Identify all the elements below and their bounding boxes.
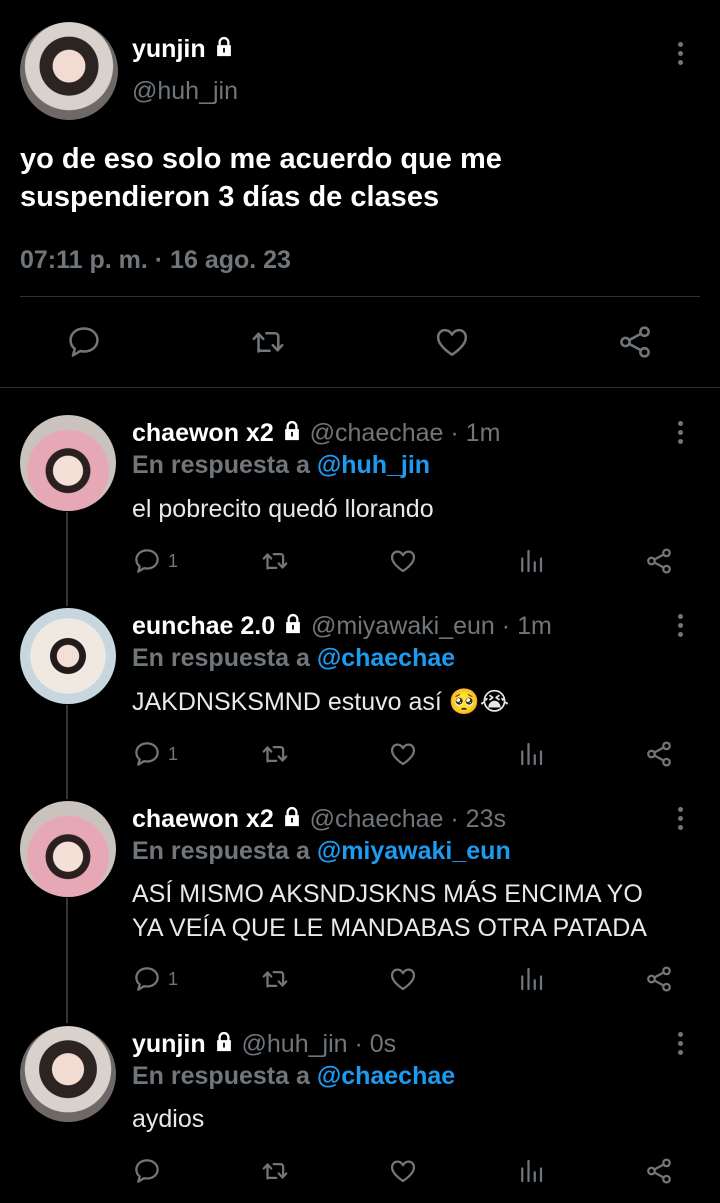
thread-line <box>66 512 68 606</box>
lock-icon <box>281 805 303 835</box>
share-icon[interactable] <box>643 546 675 576</box>
share-icon[interactable] <box>643 1156 675 1186</box>
tweet-text: ASÍ MISMO AKSNDJSKNS MÁS ENCIMA YO YA VE… <box>132 877 647 945</box>
reply-icon[interactable] <box>132 546 162 576</box>
reply-context-label: En respuesta a <box>132 1062 310 1090</box>
reply-icon[interactable] <box>65 323 103 361</box>
more-vertical-icon[interactable] <box>678 807 684 834</box>
heart-icon[interactable] <box>387 546 419 576</box>
avatar[interactable] <box>20 608 116 704</box>
handle[interactable]: @miyawaki_eun <box>311 612 495 640</box>
avatar[interactable] <box>20 801 116 897</box>
reply-context-label: En respuesta a <box>132 644 310 672</box>
reply-icon[interactable] <box>132 1156 162 1186</box>
divider <box>20 296 700 297</box>
retweet-icon[interactable] <box>259 546 291 576</box>
more-vertical-icon[interactable] <box>678 421 684 448</box>
share-icon[interactable] <box>643 964 675 994</box>
more-vertical-icon[interactable] <box>678 1032 684 1059</box>
display-name[interactable]: eunchae 2.0 <box>132 612 275 640</box>
tweet-timestamp[interactable]: 07:11 p. m. · 16 ago. 23 <box>20 246 291 275</box>
tweet-text: aydios <box>132 1104 204 1134</box>
tweet-text-line: el pobrecito quedó llorando <box>132 495 434 523</box>
display-name[interactable]: yunjin <box>132 35 206 63</box>
reply-to-link[interactable]: @huh_jin <box>317 451 430 479</box>
analytics-icon[interactable] <box>516 964 546 994</box>
handle[interactable]: @huh_jin <box>242 1030 348 1058</box>
lock-icon <box>282 612 304 642</box>
handle[interactable]: @huh_jin <box>132 77 238 106</box>
analytics-icon[interactable] <box>516 739 546 769</box>
avatar[interactable] <box>20 415 116 511</box>
tweet-time[interactable]: · 1m <box>450 419 500 447</box>
tweet-time[interactable]: · 1m <box>502 612 552 640</box>
reply-icon[interactable] <box>132 964 162 994</box>
avatar[interactable] <box>20 1026 116 1122</box>
retweet-icon[interactable] <box>248 323 288 361</box>
reply-to-link[interactable]: @chaechae <box>317 644 455 672</box>
tweet-text-line: suspendieron 3 días de clases <box>20 181 440 213</box>
analytics-icon[interactable] <box>516 1156 546 1186</box>
tweet-text-line: yo de eso solo me acuerdo que me <box>20 143 502 175</box>
analytics-icon[interactable] <box>516 546 546 576</box>
more-vertical-icon[interactable] <box>678 42 684 69</box>
tweet-text: yo de eso solo me acuerdo que me suspend… <box>20 140 502 216</box>
heart-icon[interactable] <box>387 964 419 994</box>
reply-to-link[interactable]: @miyawaki_eun <box>317 837 511 865</box>
avatar[interactable] <box>20 22 118 120</box>
thread-line <box>66 898 68 1023</box>
display-name[interactable]: yunjin <box>132 1030 206 1058</box>
divider <box>0 387 720 388</box>
tweet-text: JAKDNSKSMND estuvo así 🥺😭 <box>132 687 509 717</box>
tweet-text: el pobrecito quedó llorando <box>132 494 434 524</box>
lock-icon <box>213 1030 235 1060</box>
tweet-time[interactable]: · 23s <box>450 805 506 833</box>
display-name[interactable]: chaewon x2 <box>132 805 274 833</box>
heart-icon[interactable] <box>387 1156 419 1186</box>
reply-context-label: En respuesta a <box>132 837 310 865</box>
lock-icon <box>213 35 235 65</box>
tweet-time[interactable]: · 0s <box>354 1030 396 1058</box>
tweet-text-line: YA VEÍA QUE LE MANDABAS OTRA PATADA <box>132 914 647 942</box>
retweet-icon[interactable] <box>259 1156 291 1186</box>
lock-icon <box>281 419 303 449</box>
reply-context-label: En respuesta a <box>132 451 310 479</box>
handle[interactable]: @chaechae <box>310 805 444 833</box>
handle[interactable]: @chaechae <box>310 419 444 447</box>
retweet-icon[interactable] <box>259 964 291 994</box>
reply-count: 1 <box>168 744 179 764</box>
share-icon[interactable] <box>643 739 675 769</box>
reply-icon[interactable] <box>132 739 162 769</box>
tweet-text-line: JAKDNSKSMND estuvo así 🥺😭 <box>132 688 510 716</box>
heart-icon[interactable] <box>432 323 472 361</box>
more-vertical-icon[interactable] <box>678 614 684 641</box>
retweet-icon[interactable] <box>259 739 291 769</box>
thread-line <box>66 705 68 799</box>
heart-icon[interactable] <box>387 739 419 769</box>
reply-to-link[interactable]: @chaechae <box>317 1062 455 1090</box>
tweet-text-line: ASÍ MISMO AKSNDJSKNS MÁS ENCIMA YO <box>132 880 643 908</box>
share-icon[interactable] <box>615 323 655 361</box>
display-name[interactable]: chaewon x2 <box>132 419 274 447</box>
reply-count: 1 <box>168 969 179 989</box>
tweet-text-line: aydios <box>132 1105 205 1133</box>
reply-count: 1 <box>168 551 179 571</box>
